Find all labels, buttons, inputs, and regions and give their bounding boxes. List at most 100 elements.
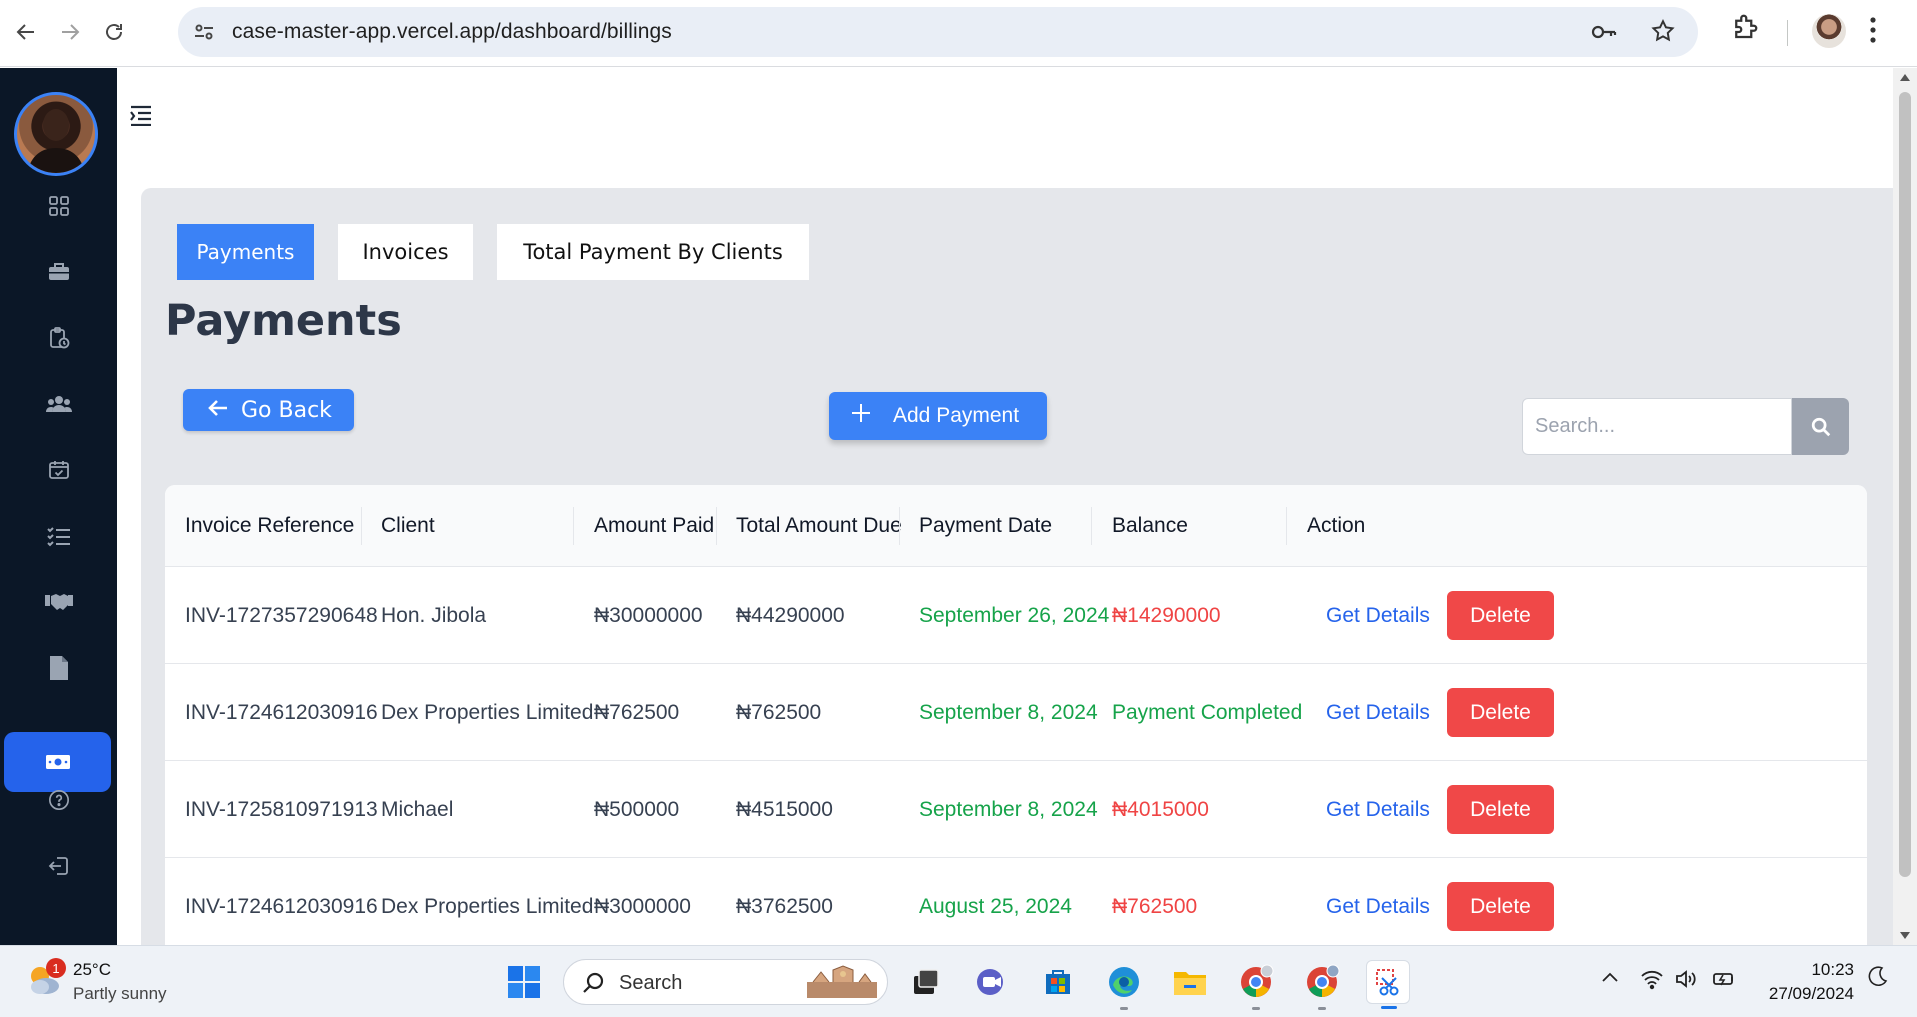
delete-button[interactable]: Delete (1447, 688, 1554, 737)
header-divider (899, 507, 900, 545)
windows-start-icon[interactable] (502, 960, 546, 1004)
clock-time[interactable]: 10:23 (1780, 960, 1854, 980)
snipping-tool-icon[interactable] (1366, 960, 1410, 1009)
tab-invoices[interactable]: Invoices (338, 224, 473, 280)
search-input[interactable] (1523, 399, 1791, 454)
scroll-down-arrow-icon[interactable] (1900, 932, 1910, 939)
dashboard-grid-icon[interactable] (0, 176, 117, 236)
add-payment-button[interactable]: Add Payment (829, 392, 1047, 440)
cell-payment-date: September 8, 2024 (919, 797, 1098, 821)
page-scrollbar[interactable] (1893, 68, 1917, 945)
get-details-link[interactable]: Get Details (1326, 858, 1430, 955)
header-divider (716, 507, 717, 545)
header-divider (1091, 507, 1092, 545)
search-icon (583, 972, 604, 993)
clock-date[interactable]: 27/09/2024 (1759, 984, 1854, 1004)
page-header (117, 68, 1893, 164)
task-view-icon[interactable] (904, 960, 948, 1004)
cell-balance: ₦14290000 (1112, 603, 1221, 627)
logout-icon[interactable] (0, 836, 117, 896)
notification-moon-icon[interactable] (1868, 966, 1888, 993)
user-avatar[interactable] (14, 92, 98, 176)
taskbar-search[interactable]: Search (563, 959, 888, 1005)
search-button[interactable] (1792, 398, 1849, 455)
weather-temperature[interactable]: 25°C (73, 960, 111, 980)
forward-arrow-icon[interactable] (50, 12, 90, 52)
header-client: Client (381, 514, 435, 537)
page-title: Payments (165, 296, 402, 346)
header-action: Action (1307, 514, 1366, 537)
edge-browser-icon[interactable] (1102, 960, 1146, 1010)
cell-invoice-reference: INV-1725810971913 (185, 797, 378, 821)
taskbar-search-label: Search (619, 972, 683, 994)
site-settings-icon[interactable] (192, 20, 216, 49)
help-icon[interactable] (0, 770, 117, 830)
more-menu-icon[interactable] (1868, 14, 1878, 51)
chrome-profile-icon[interactable] (1300, 960, 1344, 1010)
payments-table: Invoice Reference Client Amount Paid Tot… (165, 485, 1867, 965)
add-payment-label: Add Payment (893, 404, 1020, 427)
clipboard-clock-icon[interactable] (0, 308, 117, 368)
calendar-check-icon[interactable] (0, 440, 117, 500)
cell-amount-paid: ₦762500 (594, 700, 680, 724)
document-icon[interactable] (0, 638, 117, 698)
url-text[interactable]: case-master-app.vercel.app/dashboard/bil… (232, 20, 672, 44)
scrollbar-thumb[interactable] (1899, 92, 1911, 877)
windows-taskbar: 1 25°C Partly sunny Search 10:23 27/09/2… (0, 945, 1917, 1017)
reload-icon[interactable] (94, 12, 134, 52)
address-bar[interactable]: case-master-app.vercel.app/dashboard/bil… (178, 7, 1698, 57)
search-field[interactable] (1522, 398, 1792, 455)
show-hidden-icons-chevron-icon[interactable] (1600, 968, 1620, 993)
table-row: INV-1727357290648 Hon. Jibola ₦30000000 … (165, 567, 1867, 664)
search-highlight-icon (807, 965, 877, 998)
browser-toolbar: case-master-app.vercel.app/dashboard/bil… (0, 0, 1917, 67)
microsoft-store-icon[interactable] (1036, 960, 1080, 1004)
profile-avatar[interactable] (1812, 14, 1846, 48)
users-icon[interactable] (0, 374, 117, 434)
cell-client: Hon. Jibola (381, 603, 487, 627)
wifi-icon[interactable] (1640, 968, 1664, 995)
table-header: Invoice Reference Client Amount Paid Tot… (165, 485, 1867, 567)
file-explorer-icon[interactable] (1168, 960, 1212, 1004)
delete-button[interactable]: Delete (1447, 591, 1554, 640)
task-list-icon[interactable] (0, 506, 117, 566)
weather-condition[interactable]: Partly sunny (73, 984, 167, 1004)
cell-invoice-reference: INV-1724612030916 (185, 700, 378, 724)
header-total-amount-due: Total Amount Due (736, 514, 902, 537)
cell-invoice-reference: INV-1724612030916 (185, 894, 378, 918)
scroll-up-arrow-icon[interactable] (1900, 74, 1910, 81)
cell-client: Michael (381, 797, 454, 821)
cell-total-amount-due: ₦44290000 (736, 603, 845, 627)
handshake-icon[interactable] (0, 572, 117, 632)
tab-payments[interactable]: Payments (177, 224, 314, 280)
delete-button[interactable]: Delete (1447, 882, 1554, 931)
tab-total-payment-by-clients[interactable]: Total Payment By Clients (497, 224, 809, 280)
cell-balance: ₦762500 (1112, 894, 1198, 918)
get-details-link[interactable]: Get Details (1326, 567, 1430, 664)
cell-balance: Payment Completed (1112, 700, 1303, 724)
sidebar (0, 68, 117, 945)
cell-payment-date: August 25, 2024 (919, 894, 1072, 918)
bookmark-star-icon[interactable] (1650, 18, 1676, 49)
back-arrow-icon[interactable] (6, 12, 46, 52)
cell-payment-date: September 8, 2024 (919, 700, 1098, 724)
header-divider (361, 507, 362, 545)
password-key-icon[interactable] (1590, 20, 1618, 49)
cell-client: Dex Properties Limited (381, 700, 594, 724)
table-row: INV-1725810971913 Michael ₦500000 ₦45150… (165, 761, 1867, 858)
teams-meet-icon[interactable] (970, 960, 1014, 1004)
arrow-left-icon (207, 398, 229, 423)
extensions-puzzle-icon[interactable] (1730, 12, 1760, 47)
go-back-button[interactable]: Go Back (183, 389, 354, 431)
header-balance: Balance (1112, 514, 1188, 537)
delete-button[interactable]: Delete (1447, 785, 1554, 834)
menu-toggle-icon[interactable] (129, 104, 153, 131)
chrome-icon[interactable] (1234, 960, 1278, 1010)
volume-icon[interactable] (1674, 968, 1698, 995)
running-indicator (1120, 1007, 1128, 1010)
briefcase-icon[interactable] (0, 242, 117, 302)
get-details-link[interactable]: Get Details (1326, 664, 1430, 761)
cell-balance: ₦4015000 (1112, 797, 1209, 821)
battery-charging-icon[interactable] (1710, 968, 1738, 995)
get-details-link[interactable]: Get Details (1326, 761, 1430, 858)
